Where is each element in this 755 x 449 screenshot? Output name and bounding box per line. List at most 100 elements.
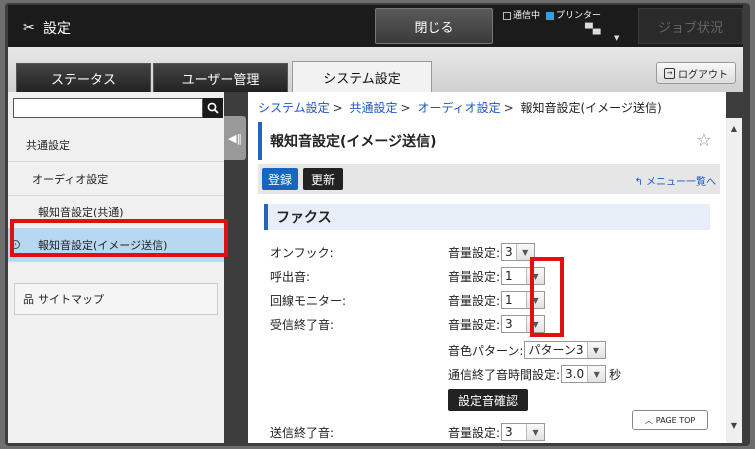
toolbar: 登録 更新 ↰ メニュー一覧へ [258, 164, 720, 194]
row-ring: 呼出音: [270, 266, 310, 286]
sidebar-item-label: 報知音設定(共通) [38, 205, 124, 219]
tab-system-settings[interactable]: システム設定 [292, 61, 432, 92]
close-button[interactable]: 閉じる [375, 8, 493, 44]
field-label: 音量設定: [448, 425, 501, 440]
field-label: 音量設定: [448, 245, 501, 260]
sidebar-collapse-button[interactable]: ◀‖ [224, 116, 246, 160]
field-label: 音量設定: [448, 293, 501, 308]
tab-bar: ステータス ユーザー管理 システム設定 → ログアウト [8, 47, 743, 92]
row-label: 送信終了音: [270, 425, 335, 440]
breadcrumb-sep: > [503, 101, 514, 115]
sitemap-icon: 品 [23, 293, 34, 306]
row-label: 呼出音: [270, 269, 311, 284]
row-label: 回線モニター: [270, 293, 347, 308]
sidebar: 共通設定 オーディオ設定 報知音設定(共通) › 報知音設定(イメージ送信) 品… [8, 92, 228, 443]
chevron-up-icon: ︿ [644, 415, 653, 425]
sidebar-item-label: 共通設定 [26, 138, 70, 152]
chevron-down-icon: ▼ [526, 424, 545, 440]
printer-icon: ▀▄ [585, 24, 601, 35]
section-title: ファクス [264, 204, 710, 230]
field-label: 音色パターン: [448, 343, 524, 358]
update-button[interactable]: 更新 [303, 168, 344, 190]
star-icon[interactable]: ☆ [696, 130, 712, 151]
search-button[interactable] [203, 98, 223, 118]
sitemap-link[interactable]: 品 サイトマップ [14, 283, 218, 315]
page-top-label: PAGE TOP [655, 415, 696, 425]
main-content: システム設定 > 共通設定 > オーディオ設定 > 報知音設定(イメージ送信) 報知音… [248, 92, 726, 443]
printer-indicator [546, 11, 555, 20]
status-printer: プリンター [546, 8, 601, 21]
sidebar-item-common-settings[interactable]: 共通設定 [8, 128, 224, 162]
select-value: パターン3 [528, 343, 584, 357]
field-label: 音量設定: [448, 317, 501, 332]
scrollbar[interactable]: ▲ ▼ [726, 118, 742, 443]
status-area: 通信中 プリンター ▀▄ ▼ [503, 8, 633, 44]
breadcrumb-sep: > [400, 101, 411, 115]
search-row [13, 98, 223, 118]
select-value: 1 [505, 269, 513, 283]
send-end-volume-select[interactable]: 3 ▼ [501, 423, 546, 441]
send-end-volume-field: 音量設定: 3 ▼ [448, 422, 546, 442]
row-line-monitor: 回線モニター: [270, 290, 346, 310]
select-value: 3 [505, 245, 513, 259]
onhook-volume-field: 音量設定: 3 ▼ [448, 242, 535, 262]
top-bar: ✂ 設定 閉じる 通信中 プリンター ▀▄ ▼ ジョブ状況 [8, 5, 743, 47]
breadcrumb-system-settings[interactable]: システム設定 [258, 101, 330, 115]
chevron-down-icon: ▼ [587, 366, 606, 382]
comm-indicator [503, 11, 511, 20]
breadcrumb: システム設定 > 共通設定 > オーディオ設定 > 報知音設定(イメージ送信) [258, 99, 662, 116]
menu-list-link[interactable]: ↰ メニュー一覧へ [634, 173, 716, 188]
select-value: 3 [505, 425, 513, 439]
page-title: 報知音設定(イメージ送信) [270, 134, 437, 150]
row-label: オンフック: [270, 245, 334, 260]
register-button[interactable]: 登録 [262, 168, 299, 190]
select-value: 3 [505, 317, 513, 331]
status-comm-label: 通信中 [513, 11, 541, 21]
page-title-box: 報知音設定(イメージ送信) ☆ [258, 122, 720, 160]
end-time-field: 通信終了音時間設定: 3.0 ▼ 秒 [448, 364, 621, 384]
breadcrumb-audio-settings[interactable]: オーディオ設定 [417, 101, 500, 115]
status-printer-label: プリンター [556, 11, 602, 21]
field-label: 通信終了音時間設定: [448, 367, 561, 382]
tone-pattern-select[interactable]: パターン3 ▼ [524, 341, 606, 359]
sidebar-item-label: オーディオ設定 [32, 172, 109, 186]
collapse-icon: ◀‖ [228, 131, 242, 145]
end-time-unit: 秒 [609, 367, 622, 382]
highlight-box-sidebar [10, 219, 228, 257]
highlight-box-dropdowns [530, 257, 564, 337]
status-dropdown-icon[interactable]: ▼ [614, 34, 619, 42]
job-status-button[interactable]: ジョブ状況 [638, 8, 743, 44]
sidebar-item-audio-settings[interactable]: オーディオ設定 [8, 162, 224, 196]
scroll-down-icon[interactable]: ▼ [726, 417, 742, 433]
select-value: 1 [505, 293, 513, 307]
search-icon [207, 102, 219, 114]
row-onhook: オンフック: [270, 242, 334, 262]
back-arrow-icon: ↰ [634, 177, 646, 188]
app-title-label: 設定 [43, 21, 71, 37]
logout-icon: → [664, 67, 675, 79]
app-title: ✂ 設定 [23, 18, 71, 38]
field-label: 音量設定: [448, 269, 501, 284]
breadcrumb-common-settings[interactable]: 共通設定 [350, 101, 398, 115]
select-value: 3.0 [565, 367, 585, 381]
row-receive-end: 受信終了音: [270, 314, 334, 334]
menu-list-label: メニュー一覧へ [646, 177, 716, 188]
row-label: 受信終了音: [270, 317, 335, 332]
logout-label: ログアウト [678, 69, 728, 81]
search-input[interactable] [13, 98, 203, 118]
page-top-button[interactable]: ︿ PAGE TOP [632, 410, 708, 430]
confirm-sound-button[interactable]: 設定音確認 [448, 389, 529, 411]
tab-status[interactable]: ステータス [16, 63, 151, 92]
sitemap-label: サイトマップ [38, 293, 104, 306]
logout-button[interactable]: → ログアウト [656, 62, 736, 84]
breadcrumb-current: 報知音設定(イメージ送信) [520, 101, 662, 115]
row-send-end: 送信終了音: [270, 422, 334, 442]
scroll-up-icon[interactable]: ▲ [726, 120, 742, 136]
tab-user-management[interactable]: ユーザー管理 [153, 63, 288, 92]
tools-icon: ✂ [23, 20, 35, 36]
tone-pattern-field: 音色パターン: パターン3 ▼ [448, 340, 606, 360]
chevron-down-icon: ▼ [586, 342, 605, 358]
end-time-select[interactable]: 3.0 ▼ [561, 365, 607, 383]
breadcrumb-sep: > [332, 101, 343, 115]
status-comm: 通信中 [503, 8, 540, 21]
